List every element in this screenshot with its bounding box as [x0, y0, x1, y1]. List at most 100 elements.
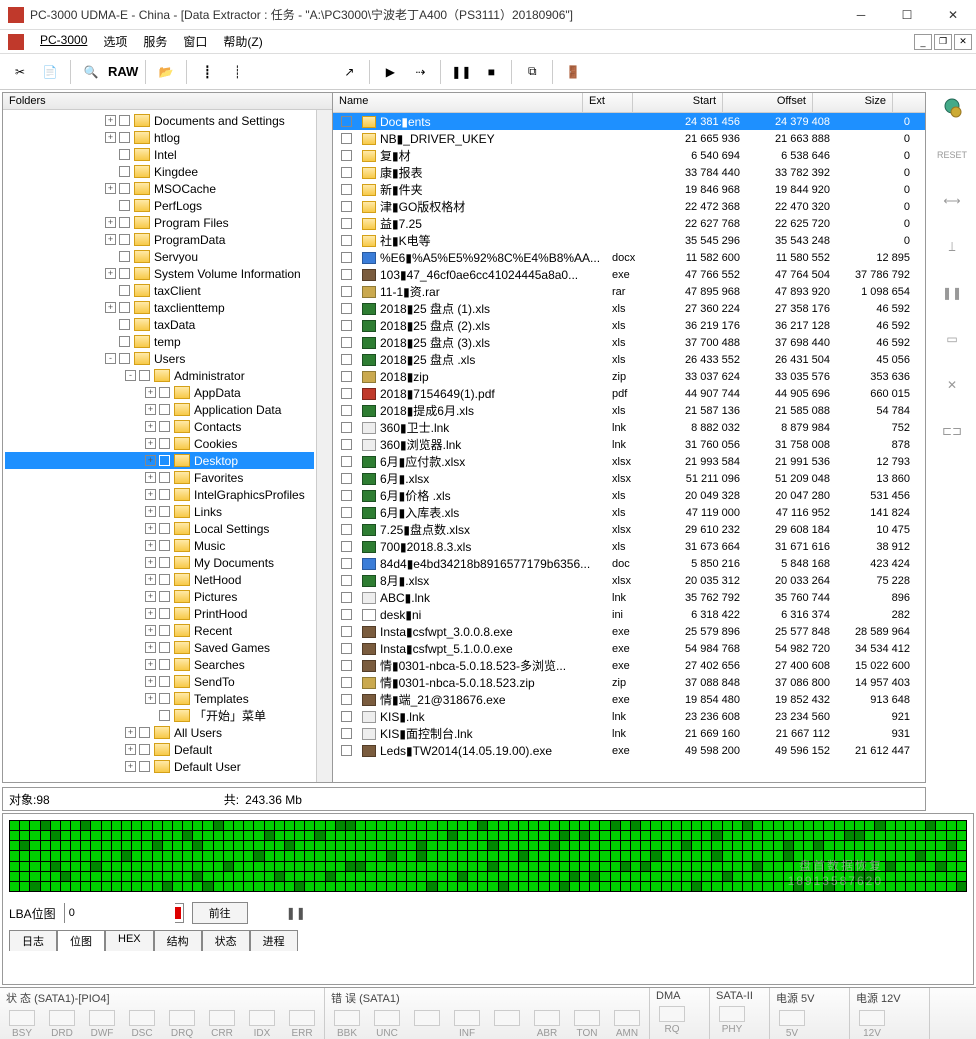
list-row[interactable]: 情▮0301-nbca-5.0.18.523.zipzip37 088 8483…: [333, 674, 925, 691]
checkbox[interactable]: [341, 286, 352, 297]
lba-input[interactable]: [65, 903, 175, 923]
checkbox[interactable]: [341, 337, 352, 348]
checkbox[interactable]: [159, 574, 170, 585]
expand-icon[interactable]: [105, 149, 116, 160]
expand-icon[interactable]: +: [145, 693, 156, 704]
checkbox[interactable]: [341, 745, 352, 756]
tree-item[interactable]: +Default User: [5, 758, 314, 775]
tool-pause-icon[interactable]: ❚❚: [447, 58, 475, 86]
col-name[interactable]: Name: [333, 93, 583, 112]
checkbox[interactable]: [119, 285, 130, 296]
checkbox[interactable]: [341, 439, 352, 450]
checkbox[interactable]: [159, 472, 170, 483]
checkbox[interactable]: [341, 354, 352, 365]
tree-item[interactable]: +Documents and Settings: [5, 112, 314, 129]
list-row[interactable]: 情▮端_21@318676.exeexe19 854 48019 852 432…: [333, 691, 925, 708]
tool-search-icon[interactable]: 🔍: [77, 58, 105, 86]
tree-item[interactable]: +Default: [5, 741, 314, 758]
menu-1[interactable]: 选项: [95, 31, 135, 52]
expand-icon[interactable]: [105, 319, 116, 330]
list-row[interactable]: NB▮_DRIVER_UKEY21 665 93621 663 8880: [333, 130, 925, 147]
checkbox[interactable]: [341, 592, 352, 603]
expand-icon[interactable]: -: [105, 353, 116, 364]
tool-exit-icon[interactable]: 🚪: [559, 58, 587, 86]
checkbox[interactable]: [139, 370, 150, 381]
list-row[interactable]: 2018▮25 盘点 (1).xlsxls27 360 22427 358 17…: [333, 300, 925, 317]
right-slider-icon[interactable]: ⟷: [936, 186, 968, 216]
checkbox[interactable]: [341, 201, 352, 212]
checkbox[interactable]: [159, 421, 170, 432]
checkbox[interactable]: [341, 541, 352, 552]
list-row[interactable]: Insta▮csfwpt_3.0.0.8.exeexe25 579 89625 …: [333, 623, 925, 640]
checkbox[interactable]: [341, 694, 352, 705]
tree-item[interactable]: +Local Settings: [5, 520, 314, 537]
list-row[interactable]: 11-1▮资.rarrar47 895 96847 893 9201 098 6…: [333, 283, 925, 300]
tool-settings-icon[interactable]: ✂: [6, 58, 34, 86]
checkbox[interactable]: [341, 184, 352, 195]
tree-item[interactable]: +Contacts: [5, 418, 314, 435]
checkbox[interactable]: [119, 183, 130, 194]
list-row[interactable]: 2018▮7154649(1).pdfpdf44 907 74444 905 6…: [333, 385, 925, 402]
checkbox[interactable]: [159, 625, 170, 636]
checkbox[interactable]: [139, 761, 150, 772]
checkbox[interactable]: [119, 149, 130, 160]
checkbox[interactable]: [341, 235, 352, 246]
checkbox[interactable]: [341, 405, 352, 416]
tree-item[interactable]: +Searches: [5, 656, 314, 673]
checkbox[interactable]: [119, 200, 130, 211]
checkbox[interactable]: [159, 693, 170, 704]
list-row[interactable]: 2018▮25 盘点 (3).xlsxls37 700 48837 698 44…: [333, 334, 925, 351]
expand-icon[interactable]: +: [145, 438, 156, 449]
tool-stop-icon[interactable]: ■: [477, 58, 505, 86]
folder-tree[interactable]: +Documents and Settings+htlogIntelKingde…: [3, 110, 316, 782]
checkbox[interactable]: [119, 302, 130, 313]
tree-item[interactable]: +ProgramData: [5, 231, 314, 248]
minimize-button[interactable]: ─: [838, 0, 884, 30]
expand-icon[interactable]: +: [145, 608, 156, 619]
tree-item[interactable]: +System Volume Information: [5, 265, 314, 282]
expand-icon[interactable]: +: [145, 574, 156, 585]
col-ext[interactable]: Ext: [583, 93, 633, 112]
checkbox[interactable]: [159, 710, 170, 721]
expand-icon[interactable]: +: [145, 642, 156, 653]
tree-item[interactable]: +MSOCache: [5, 180, 314, 197]
tree-item[interactable]: +Program Files: [5, 214, 314, 231]
tree-item[interactable]: +Links: [5, 503, 314, 520]
list-row[interactable]: 益▮7.2522 627 76822 625 7200: [333, 215, 925, 232]
tree-item[interactable]: +taxclienttemp: [5, 299, 314, 316]
tree-item[interactable]: taxData: [5, 316, 314, 333]
expand-icon[interactable]: +: [105, 115, 116, 126]
checkbox[interactable]: [341, 558, 352, 569]
list-row[interactable]: 6月▮应付款.xlsxxlsx21 993 58421 991 53612 79…: [333, 453, 925, 470]
expand-icon[interactable]: +: [145, 676, 156, 687]
tree-item[interactable]: +NetHood: [5, 571, 314, 588]
right-chip-icon[interactable]: ▭: [936, 324, 968, 354]
checkbox[interactable]: [341, 303, 352, 314]
checkbox[interactable]: [159, 523, 170, 534]
tree-item[interactable]: +AppData: [5, 384, 314, 401]
tree-item[interactable]: +Music: [5, 537, 314, 554]
list-row[interactable]: 社▮K电等35 545 29635 543 2480: [333, 232, 925, 249]
checkbox[interactable]: [341, 456, 352, 467]
tree-item[interactable]: +All Users: [5, 724, 314, 741]
tab-HEX[interactable]: HEX: [105, 930, 154, 951]
list-row[interactable]: ABC▮.lnklnk35 762 79235 760 744896: [333, 589, 925, 606]
list-row[interactable]: 103▮47_46cf0ae6cc41024445a8a0...exe47 76…: [333, 266, 925, 283]
menu-4[interactable]: 帮助(Z): [215, 31, 270, 52]
checkbox[interactable]: [119, 132, 130, 143]
checkbox[interactable]: [119, 319, 130, 330]
menu-2[interactable]: 服务: [135, 31, 175, 52]
tree-item[interactable]: +Cookies: [5, 435, 314, 452]
expand-icon[interactable]: +: [145, 421, 156, 432]
checkbox[interactable]: [119, 166, 130, 177]
list-row[interactable]: 6月▮价格 .xlsxls20 049 32820 047 280531 456: [333, 487, 925, 504]
checkbox[interactable]: [159, 608, 170, 619]
expand-icon[interactable]: +: [125, 761, 136, 772]
lba-input-wrap[interactable]: [64, 903, 184, 923]
checkbox[interactable]: [341, 150, 352, 161]
tree-scrollbar[interactable]: [316, 110, 332, 782]
checkbox[interactable]: [159, 557, 170, 568]
file-list[interactable]: Doc▮ents24 381 45624 379 4080NB▮_DRIVER_…: [333, 113, 925, 782]
tab-状态[interactable]: 状态: [202, 930, 250, 951]
expand-icon[interactable]: +: [145, 591, 156, 602]
